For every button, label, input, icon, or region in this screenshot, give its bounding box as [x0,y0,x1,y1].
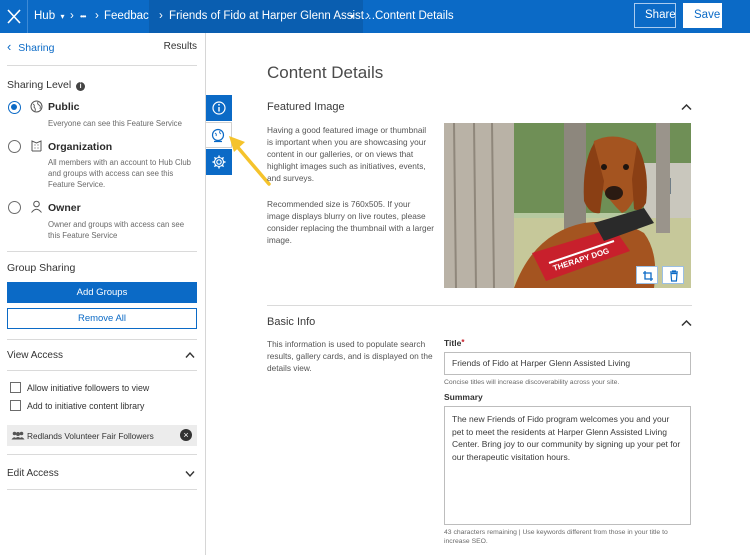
required-marker: * [461,338,465,347]
back-button[interactable]: ‹ Sharing [7,39,55,54]
top-navigation-bar: Hub ▾ › ••• › Feedback › Friends of Fido… [0,0,750,33]
divider [7,454,197,455]
close-icon [7,9,21,24]
info-icon[interactable]: i [76,82,86,91]
current-item-label: Friends of Fido at Harper Glenn Assist… [169,10,376,22]
building-icon [31,140,42,152]
view-access-label: View Access [7,350,63,361]
add-groups-button[interactable]: Add Groups [7,282,197,303]
trash-icon [670,270,678,282]
option-public-desc: Everyone can see this Feature Service [48,119,182,128]
allow-followers-label: Allow initiative followers to view [27,383,150,393]
collapse-featured-chevron-icon[interactable] [681,103,692,111]
caret-down-icon: ▾ [58,12,65,21]
people-icon [11,431,25,440]
chevron-up-icon [185,351,195,358]
chevron-left-icon: ‹ [7,39,12,54]
divider [7,370,197,371]
option-organization-title: Organization [48,141,113,153]
breadcrumb-ellipsis[interactable]: ••• [80,0,86,33]
summary-hint: 43 characters remaining | Use keywords d… [444,529,668,545]
add-library-label: Add to initiative content library [27,401,145,411]
view-access-header[interactable]: View Access [7,350,197,364]
radio-owner[interactable] [8,201,21,214]
chevron-down-icon [185,471,195,478]
group-chip-label: Redlands Volunteer Fair Followers [27,431,154,441]
breadcrumb-chevron-icon: › [366,10,370,22]
basic-info-heading: Basic Info [267,316,316,328]
option-owner-title: Owner [48,202,81,214]
title-label-text: Title [444,338,462,348]
allow-followers-checkbox[interactable] [10,382,21,393]
title-hint: Concise titles will increase discoverabi… [444,379,620,386]
hub-menu[interactable]: Hub ▾ [34,0,65,33]
panel-header: ‹ Sharing Results [7,39,197,55]
sharing-level-label: Sharing Level [7,79,72,91]
featured-image-description: Having a good featured image or thumbnai… [267,125,427,183]
person-icon [31,200,42,213]
rail-info-button[interactable] [206,95,232,121]
featured-image: THERAPY DOG [444,123,691,288]
radio-public[interactable] [8,101,21,114]
edit-access-label: Edit Access [7,468,59,479]
title-field-label: Title* [444,338,464,348]
breadcrumb-current-item[interactable]: › Friends of Fido at Harper Glenn Assist… [149,0,376,33]
title-input[interactable]: Friends of Fido at Harper Glenn Assisted… [444,352,691,375]
content-details-main: Content Details Featured Image Having a … [232,33,750,555]
back-label: Sharing [18,42,55,54]
summary-textarea[interactable]: The new Friends of Fido program welcomes… [444,406,691,525]
remove-all-button[interactable]: Remove All [7,308,197,329]
add-library-checkbox[interactable] [10,400,21,411]
basic-info-description: This information is used to populate sea… [267,339,433,373]
crop-icon [643,271,653,281]
save-button[interactable]: Save [683,3,722,28]
divider [7,339,197,340]
option-owner-desc: Owner and groups with access can see thi… [48,220,185,240]
breadcrumb-chevron-icon: › [95,10,99,22]
dog-photo: THERAPY DOG [444,123,691,288]
crop-image-button[interactable] [636,266,658,284]
breadcrumb-feedback[interactable]: Feedback [104,0,155,33]
option-public-title: Public [48,101,80,113]
close-button[interactable] [0,0,28,33]
divider [7,65,197,66]
featured-image-recommendation: Recommended size is 760x505. If your ima… [267,199,434,245]
edit-access-header[interactable]: Edit Access [7,468,197,482]
breadcrumb-chevron-icon: › [159,10,163,22]
section-divider [267,305,692,306]
radio-organization[interactable] [8,140,21,153]
share-button[interactable]: Share [634,3,676,28]
hub-label: Hub [34,10,56,22]
info-icon [212,101,226,115]
remove-chip-icon[interactable]: × [180,429,192,441]
group-sharing-label: Group Sharing [7,262,76,274]
collapse-basic-info-chevron-icon[interactable] [681,319,692,327]
breadcrumb-content-details[interactable]: Content Details [375,0,454,33]
divider [7,251,197,252]
group-chip: Redlands Volunteer Fair Followers × [7,425,197,446]
caret-down-icon: ▾ [349,12,354,21]
divider [7,489,197,490]
breadcrumb-chevron-icon: › [70,10,74,22]
summary-field-label: Summary [444,392,483,402]
sharing-level-heading: Sharing Level i [7,79,197,93]
featured-image-heading: Featured Image [267,101,345,113]
sharing-panel: ‹ Sharing Results Sharing Level i Public… [0,33,206,555]
page-title: Content Details [267,63,384,82]
globe-icon [30,100,43,113]
results-label[interactable]: Results [164,41,197,52]
option-organization-desc: All members with an account to Hub Club … [48,158,192,189]
delete-image-button[interactable] [662,266,684,284]
